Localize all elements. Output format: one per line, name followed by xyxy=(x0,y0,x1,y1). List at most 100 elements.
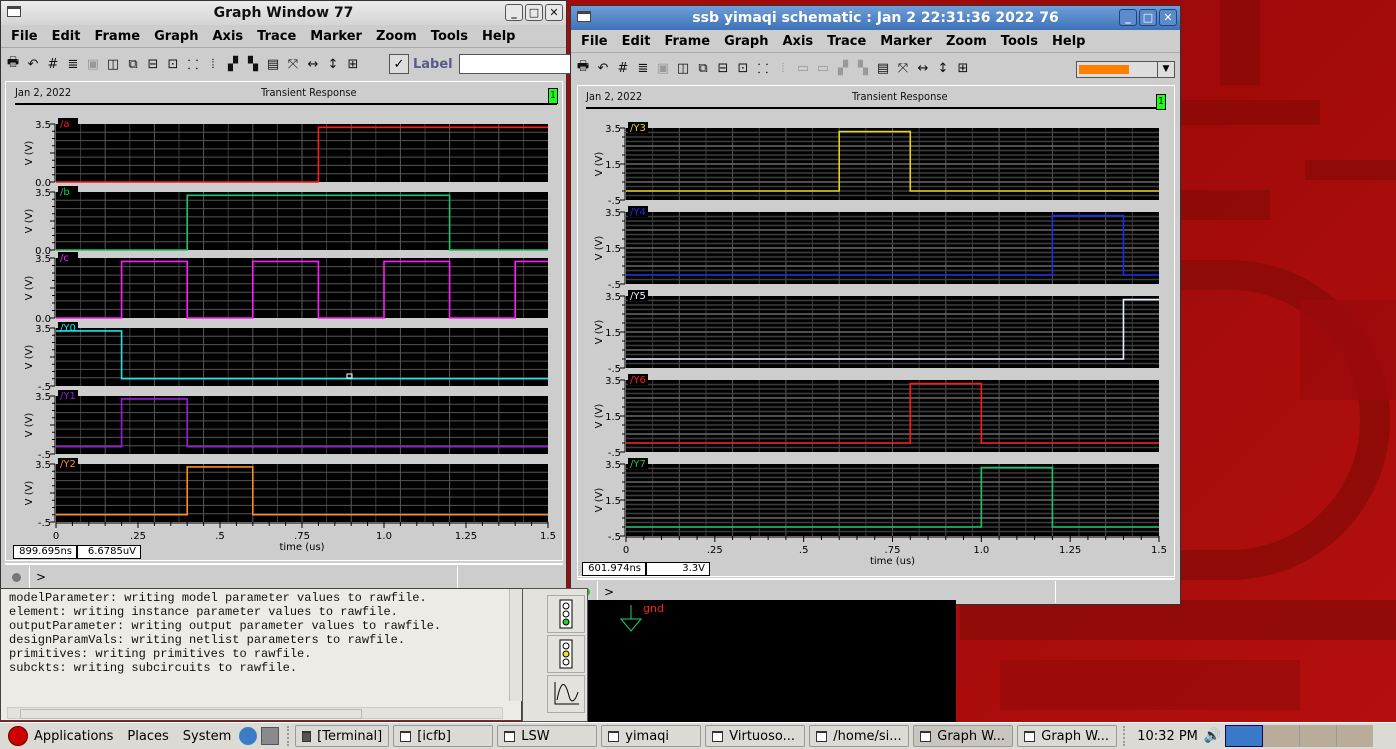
waveform-plot-2[interactable]: 3.51.5-.5V (V)/Y33.51.5-.5V (V)/Y43.51.5… xyxy=(2,2,1167,567)
grid-icon[interactable]: # xyxy=(615,60,631,76)
subwindow-icon[interactable]: ⊟ xyxy=(715,60,731,76)
command-prompt[interactable]: > xyxy=(604,585,614,599)
workspace-3[interactable] xyxy=(1300,725,1338,747)
log-line: outputParameter: writing output paramete… xyxy=(9,619,442,633)
netlist-run-icon[interactable] xyxy=(547,635,585,673)
y-tick-label: 3.5 xyxy=(605,376,621,387)
task-home[interactable]: /home/si... xyxy=(809,725,910,747)
workspace-2[interactable] xyxy=(1263,725,1301,747)
x-tick-label: 1.25 xyxy=(455,531,477,542)
bus-icon[interactable]: ▭ xyxy=(795,60,811,76)
new-window-icon[interactable]: ⧉ xyxy=(695,60,711,76)
command-bar: > xyxy=(5,563,563,589)
clock[interactable]: 10:32 PM xyxy=(1137,729,1198,744)
x-tick-label: .25 xyxy=(707,545,723,556)
task-icfb[interactable]: [icfb] xyxy=(393,725,494,747)
taskbar: Applications Places System [Terminal] [i… xyxy=(0,722,1396,749)
menu-edit[interactable]: Edit xyxy=(616,34,659,49)
mail-launcher-icon[interactable] xyxy=(261,727,280,745)
y-axis-label: V (V) xyxy=(594,320,605,345)
y-tick-label: 1.5 xyxy=(605,328,621,339)
y-tick-label: -.5 xyxy=(608,364,621,375)
close-button[interactable]: ✕ xyxy=(1159,9,1177,26)
command-prompt[interactable]: > xyxy=(36,570,46,584)
menu-places[interactable]: Places xyxy=(127,729,168,744)
menu-frame[interactable]: Frame xyxy=(658,34,718,49)
workspace-switcher[interactable] xyxy=(1225,725,1374,747)
menu-system[interactable]: System xyxy=(183,729,231,744)
y-tick-label: -.5 xyxy=(608,448,621,459)
menu-axis[interactable]: Axis xyxy=(777,34,822,49)
task-graph-window[interactable]: Graph W... xyxy=(1017,725,1118,747)
log-text: modelParameter: writing model parameter … xyxy=(9,591,441,675)
task-terminal[interactable]: [Terminal] xyxy=(295,725,390,747)
overlay-icon[interactable]: ▣ xyxy=(655,60,671,76)
analog-icon[interactable]: ▚ xyxy=(855,60,871,76)
schematic-canvas[interactable]: gnd xyxy=(588,600,956,722)
cursor-icon[interactable]: ⸬ xyxy=(755,60,771,77)
strip-icon[interactable]: ≣ xyxy=(635,60,651,76)
trace-color-dropdown[interactable]: ▼ xyxy=(1076,61,1175,78)
task-yimaqi[interactable]: yimaqi xyxy=(601,725,702,747)
split-icon[interactable]: ◫ xyxy=(675,60,691,76)
workspace-1[interactable] xyxy=(1225,725,1264,747)
zoom-x-icon[interactable]: ↔ xyxy=(915,60,931,76)
task-label: Graph W... xyxy=(1041,728,1110,744)
y-tick-label: 3.5 xyxy=(605,460,621,471)
maximize-button[interactable]: □ xyxy=(1139,9,1157,26)
plot-outputs-icon[interactable] xyxy=(547,675,585,713)
menu-applications[interactable]: Applications xyxy=(34,729,113,744)
vertical-scrollbar[interactable] xyxy=(509,589,522,701)
log-line: primitives: writing primitives to rawfil… xyxy=(9,647,312,661)
y-tick-label: -.5 xyxy=(608,196,621,207)
chevron-down-icon[interactable]: ▼ xyxy=(1157,62,1174,77)
menu-zoom[interactable]: Zoom xyxy=(940,34,995,49)
zoom-in-icon[interactable]: ⊞ xyxy=(955,60,971,76)
bars-icon[interactable]: ⦙ xyxy=(775,60,791,76)
x-tick-label: .75 xyxy=(885,545,901,556)
x-axis-label: time (us) xyxy=(870,556,915,567)
run-simulation-icon[interactable] xyxy=(547,595,585,633)
task-graph-window-active[interactable]: Graph W... xyxy=(913,725,1014,747)
window-title: ssb yimaqi schematic : Jan 2 22:31:36 20… xyxy=(692,10,1059,26)
y-tick-label: 3.5 xyxy=(605,292,621,303)
task-label: [Terminal] xyxy=(317,728,383,744)
x-tick-label: 1.0 xyxy=(376,531,392,542)
fit-icon[interactable]: ⤧ xyxy=(895,60,911,76)
workspace-4[interactable] xyxy=(1337,725,1374,747)
subwindow-badge[interactable]: 1 xyxy=(1156,94,1166,110)
menu-graph[interactable]: Graph xyxy=(718,34,776,49)
trace-label: /Y5 xyxy=(630,291,646,302)
detach-icon[interactable]: ⊡ xyxy=(735,60,751,76)
horizontal-scrollbar[interactable] xyxy=(7,707,503,719)
x-tick-label: 1.5 xyxy=(540,531,556,542)
status-light-icon xyxy=(12,572,21,582)
browser-launcher-icon[interactable] xyxy=(239,727,258,745)
menu-trace[interactable]: Trace xyxy=(821,34,874,49)
trace-label: /Y6 xyxy=(630,375,646,386)
digital-icon[interactable]: ▞ xyxy=(835,60,851,76)
log-line: subckts: writing subcircuits to rawfile. xyxy=(9,661,298,675)
y-tick-label: -.5 xyxy=(608,280,621,291)
menu-marker[interactable]: Marker xyxy=(874,34,940,49)
color-swatch xyxy=(1079,65,1129,74)
redhat-logo-icon[interactable] xyxy=(8,726,28,746)
bus-xx-icon[interactable]: ▭ xyxy=(815,60,831,76)
ssb-schematic-graph-window: ssb yimaqi schematic : Jan 2 22:31:36 20… xyxy=(570,5,1181,605)
toolbar: 🖶 ↶ # ≣ ▣ ◫ ⧉ ⊟ ⊡ ⸬ ⦙ ▭ ▭ ▞ ▚ ▤ ⤧ ↔ ↕ ⊞ xyxy=(575,56,971,80)
y-axis-label: V (V) xyxy=(594,152,605,177)
title-bar[interactable]: ssb yimaqi schematic : Jan 2 22:31:36 20… xyxy=(571,6,1180,30)
graph-header: Jan 2, 2022 Transient Response 1 xyxy=(586,89,1166,110)
task-lsw[interactable]: LSW xyxy=(497,725,598,747)
menu-tools[interactable]: Tools xyxy=(995,34,1046,49)
x-axis-label: time (us) xyxy=(279,542,324,553)
x-tick-label: 0 xyxy=(53,531,59,542)
ground-symbol-icon xyxy=(619,618,643,632)
volume-icon[interactable]: 🔊 xyxy=(1204,728,1221,744)
minimize-button[interactable]: _ xyxy=(1119,9,1137,26)
task-virtuoso[interactable]: Virtuoso... xyxy=(705,725,806,747)
y-tick-label: 1.5 xyxy=(605,160,621,171)
menu-help[interactable]: Help xyxy=(1046,34,1093,49)
zoom-y-icon[interactable]: ↕ xyxy=(935,60,951,76)
calculator-icon[interactable]: ▤ xyxy=(875,60,891,76)
